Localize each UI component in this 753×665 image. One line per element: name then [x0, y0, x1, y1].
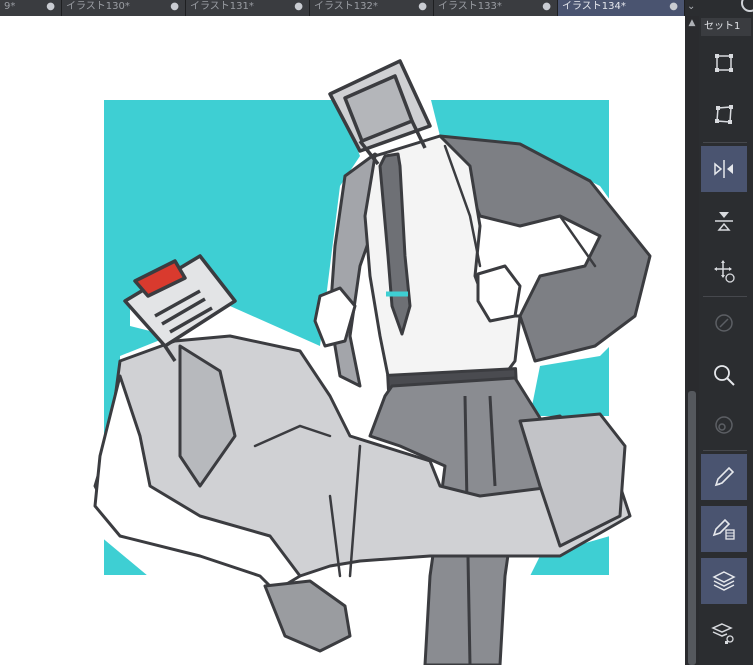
tab-label: イラスト132*: [314, 1, 378, 12]
pen-icon[interactable]: [701, 454, 747, 500]
tab-label: イラスト131*: [190, 1, 254, 12]
divider: [703, 450, 747, 451]
tab-illust-133[interactable]: イラスト133* ●: [434, 0, 558, 16]
zoom-icon[interactable]: [701, 352, 747, 398]
tab-close-icon[interactable]: ●: [46, 0, 55, 14]
artwork: [93, 56, 652, 665]
tab-illust-132[interactable]: イラスト132* ●: [310, 0, 434, 16]
tab-label: イラスト134*: [562, 1, 626, 12]
tab-illust-134[interactable]: イラスト134* ●: [558, 0, 685, 16]
layer-stack-icon[interactable]: [701, 558, 747, 604]
tab-close-icon[interactable]: ●: [418, 0, 427, 14]
tab-label: イラスト130*: [66, 1, 130, 12]
illustration-canvas[interactable]: [0, 16, 685, 665]
tab-close-icon[interactable]: ●: [669, 0, 678, 14]
transform-rect-icon[interactable]: [701, 40, 747, 86]
tab-label: イラスト133*: [438, 1, 502, 12]
tab-illust-130[interactable]: イラスト130* ●: [62, 0, 186, 16]
tab-9[interactable]: 9* ●: [0, 0, 62, 16]
tab-close-icon[interactable]: ●: [542, 0, 551, 14]
tool-set-tab[interactable]: セット1: [701, 18, 751, 36]
canvas-vertical-scrollbar[interactable]: ▲: [685, 16, 699, 665]
tab-close-icon[interactable]: ●: [170, 0, 179, 14]
navigator-icon[interactable]: [701, 300, 747, 346]
pen-layer-icon[interactable]: [701, 506, 747, 552]
flip-vertical-icon[interactable]: [701, 198, 747, 244]
tab-bar-corner: ⌄: [685, 0, 753, 16]
layer-properties-icon[interactable]: [701, 610, 747, 656]
scroll-up-icon[interactable]: ▲: [685, 16, 699, 30]
tab-label: 9*: [4, 1, 16, 12]
tab-close-icon[interactable]: ●: [294, 0, 303, 14]
divider: [703, 142, 747, 143]
tab-illust-131[interactable]: イラスト131* ●: [186, 0, 310, 16]
move-layer-icon[interactable]: [701, 248, 747, 294]
scroll-thumb[interactable]: [688, 391, 696, 665]
document-tab-bar: 9* ● イラスト130* ● イラスト131* ● イラスト132* ● イラ…: [0, 0, 685, 16]
free-transform-icon[interactable]: [701, 92, 747, 138]
flip-horizontal-icon[interactable]: [701, 146, 747, 192]
tool-palette: セット1: [699, 16, 753, 665]
sub-view-icon[interactable]: [701, 402, 747, 448]
divider: [703, 296, 747, 297]
tab-overflow-icon[interactable]: ⌄: [687, 0, 695, 14]
settings-icon[interactable]: [741, 0, 753, 12]
